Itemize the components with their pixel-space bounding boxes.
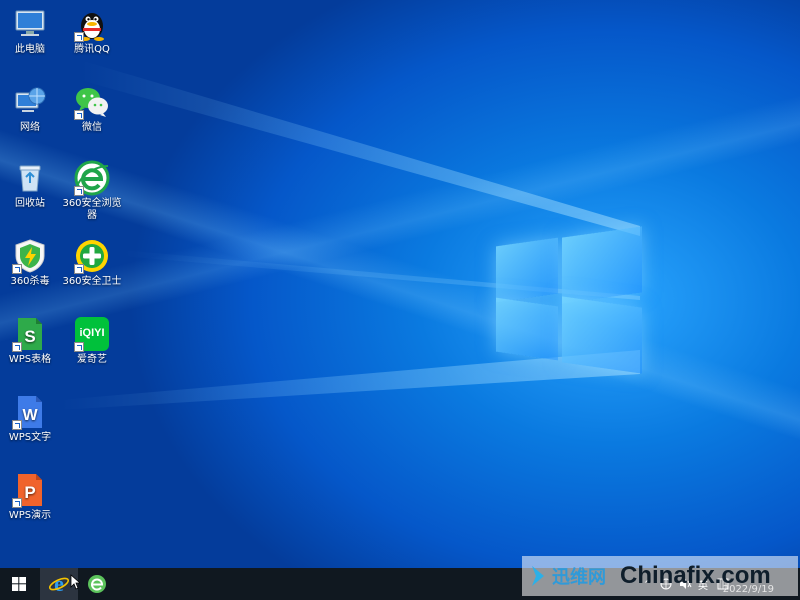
tray-clock[interactable]: 2022/9/19 bbox=[723, 584, 774, 595]
svg-text:P: P bbox=[24, 483, 35, 502]
desktop-icon-360-security[interactable]: 360安全卫士 bbox=[62, 238, 122, 288]
windows-logo-wallpaper bbox=[496, 224, 642, 374]
desktop-icon-recycle-bin[interactable]: 回收站 bbox=[0, 160, 60, 210]
taskbar-360-browser[interactable] bbox=[78, 568, 116, 600]
desktop-icon-computer[interactable]: 此电脑 bbox=[0, 6, 60, 56]
icon-label: 360安全卫士 bbox=[62, 276, 122, 287]
icon-label: WPS表格 bbox=[8, 354, 52, 365]
mouse-cursor-icon bbox=[70, 574, 80, 590]
qq-icon bbox=[74, 6, 110, 42]
shortcut-arrow-icon bbox=[12, 420, 22, 430]
icon-label: 网络 bbox=[20, 122, 40, 133]
icon-label: 此电脑 bbox=[15, 44, 45, 55]
desktop-icon-network[interactable]: 网络 bbox=[0, 84, 60, 134]
360-security-icon bbox=[74, 238, 110, 274]
recycle-bin-icon bbox=[12, 160, 48, 196]
computer-icon bbox=[12, 6, 48, 42]
icon-label: 爱奇艺 bbox=[77, 354, 107, 365]
desktop-icon-wps-presentation[interactable]: P WPS演示 bbox=[0, 472, 60, 522]
wps-writer-icon: W bbox=[12, 394, 48, 430]
wps-spreadsheet-icon: S bbox=[12, 316, 48, 352]
wechat-icon bbox=[74, 84, 110, 120]
icon-label: 腾讯QQ bbox=[74, 44, 110, 55]
360-browser-icon bbox=[74, 160, 110, 196]
icon-label: 回收站 bbox=[15, 198, 45, 209]
network-icon bbox=[12, 84, 48, 120]
svg-text:e: e bbox=[54, 573, 64, 595]
icon-label: 微信 bbox=[82, 122, 102, 133]
iqiyi-icon: iQIYI bbox=[74, 316, 110, 352]
svg-text:W: W bbox=[22, 407, 38, 424]
desktop-icon-iqiyi[interactable]: iQIYI 爱奇艺 bbox=[62, 316, 122, 366]
start-button[interactable] bbox=[0, 568, 38, 600]
svg-text:S: S bbox=[24, 327, 35, 346]
360-browser-taskbar-icon bbox=[88, 575, 106, 593]
shortcut-arrow-icon bbox=[12, 498, 22, 508]
shortcut-arrow-icon bbox=[74, 110, 84, 120]
iqiyi-logo-text: iQIYI bbox=[79, 327, 105, 339]
clock-date: 2022/9/19 bbox=[722, 584, 774, 595]
shortcut-arrow-icon bbox=[12, 342, 22, 352]
wps-presentation-icon: P bbox=[12, 472, 48, 508]
icon-label: WPS演示 bbox=[8, 510, 52, 521]
icon-label: 360安全浏览器 bbox=[62, 198, 122, 221]
desktop-icon-qq[interactable]: 腾讯QQ bbox=[62, 6, 122, 56]
shortcut-arrow-icon bbox=[74, 186, 84, 196]
watermark-logo-icon bbox=[532, 566, 544, 586]
desktop-icon-wps-spreadsheet[interactable]: S WPS表格 bbox=[0, 316, 60, 366]
desktop-icon-360-browser[interactable]: 360安全浏览器 bbox=[62, 160, 122, 222]
shortcut-arrow-icon bbox=[74, 342, 84, 352]
desktop-icon-wps-writer[interactable]: W WPS文字 bbox=[0, 394, 60, 444]
windows-start-icon bbox=[12, 577, 26, 591]
desktop-icon-360-antivirus[interactable]: 360杀毒 bbox=[0, 238, 60, 288]
shortcut-arrow-icon bbox=[74, 32, 84, 42]
shortcut-arrow-icon bbox=[74, 264, 84, 274]
desktop-icon-wechat[interactable]: 微信 bbox=[62, 84, 122, 134]
desktop: 此电脑 网络 回收站 360杀毒 S WPS表格 W WPS文字 P WPS演示… bbox=[0, 0, 800, 568]
shortcut-arrow-icon bbox=[12, 264, 22, 274]
icon-label: 360杀毒 bbox=[10, 276, 50, 287]
internet-explorer-icon: e bbox=[48, 573, 70, 595]
360-antivirus-icon bbox=[12, 238, 48, 274]
icon-label: WPS文字 bbox=[8, 432, 52, 443]
watermark-left-text: 迅维网 bbox=[552, 567, 606, 588]
